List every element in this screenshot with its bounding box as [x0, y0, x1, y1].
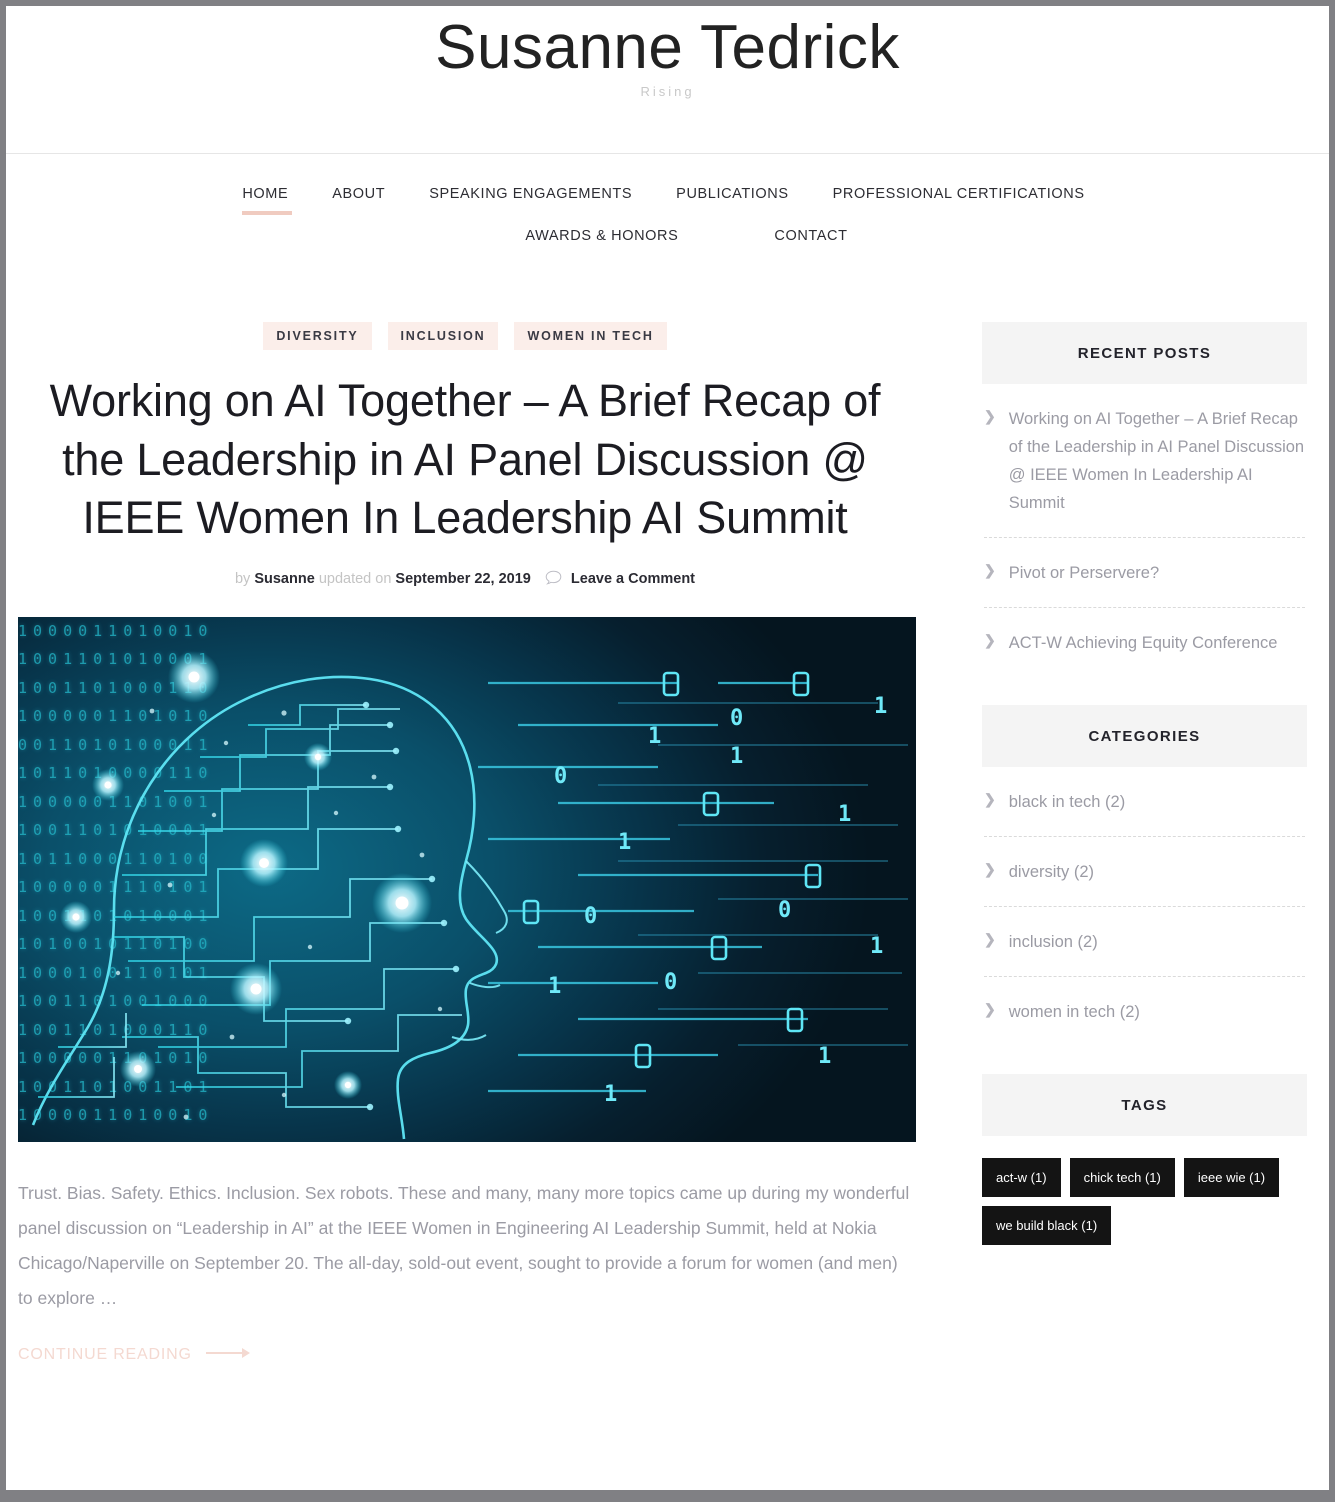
leave-a-comment-link[interactable]: Leave a Comment — [571, 571, 695, 587]
nav-item-professional-certifications[interactable]: PROFESSIONAL CERTIFICATIONS — [811, 180, 1107, 208]
nav-item-label: CONTACT — [774, 228, 848, 244]
nav-item-label: PUBLICATIONS — [676, 186, 789, 202]
chevron-right-icon: ❯ — [984, 632, 996, 649]
svg-text:1: 1 — [874, 694, 887, 719]
main-column: DIVERSITY INCLUSION WOMEN IN TECH Workin… — [6, 322, 924, 1364]
svg-text:1: 1 — [870, 934, 883, 959]
nav-item-about[interactable]: ABOUT — [310, 180, 407, 208]
category-badge-women-in-tech[interactable]: WOMEN IN TECH — [514, 322, 667, 350]
svg-text:1: 1 — [618, 830, 631, 855]
list-item[interactable]: ❯ Pivot or Perservere? — [984, 538, 1305, 609]
svg-text:1: 1 — [730, 744, 743, 769]
tag-cloud: act-w (1) chick tech (1) ieee wie (1) we… — [982, 1136, 1307, 1246]
speech-bubble-icon — [545, 570, 562, 589]
byline-author[interactable]: Susanne — [254, 571, 314, 587]
svg-text:0: 0 — [584, 904, 597, 929]
svg-text:0: 0 — [554, 764, 567, 789]
tag-link-ieee-wie[interactable]: ieee wie (1) — [1183, 1158, 1280, 1198]
post-byline: by Susanne updated on September 22, 2019… — [18, 570, 912, 589]
list-item[interactable]: ❯ ACT-W Achieving Equity Conference — [984, 608, 1305, 677]
category-link: inclusion (2) — [1008, 933, 1098, 952]
svg-text:1: 1 — [548, 974, 561, 999]
svg-text:1: 1 — [648, 724, 661, 749]
recent-posts-list: ❯ Working on AI Together – A Brief Recap… — [984, 384, 1305, 677]
post-excerpt: Trust. Bias. Safety. Ethics. Inclusion. … — [18, 1182, 910, 1308]
category-link: women in tech (2) — [1008, 1003, 1140, 1022]
tag-link-chick-tech[interactable]: chick tech (1) — [1069, 1158, 1175, 1198]
svg-text:1: 1 — [818, 1044, 831, 1069]
arrow-right-icon — [205, 1346, 250, 1364]
widget-recent-posts: RECENT POSTS ❯ Working on AI Together – … — [982, 322, 1307, 677]
categories-list: ❯ black in tech (2) ❯ diversity (2) ❯ in… — [984, 767, 1305, 1046]
widget-title-tags: TAGS — [982, 1074, 1307, 1137]
chevron-right-icon: ❯ — [984, 1001, 996, 1018]
chevron-right-icon: ❯ — [984, 931, 996, 948]
site-tagline: Rising — [640, 84, 695, 100]
post-title[interactable]: Working on AI Together – A Brief Recap o… — [18, 372, 912, 548]
widget-body-recent-posts: ❯ Working on AI Together – A Brief Recap… — [982, 384, 1307, 677]
content-area: DIVERSITY INCLUSION WOMEN IN TECH Workin… — [6, 262, 1329, 1364]
page-frame: Susanne Tedrick Rising HOME ABOUT SPEAKI… — [6, 6, 1329, 1490]
nav-item-label: AWARDS & HONORS — [525, 228, 679, 244]
recent-post-link: Working on AI Together – A Brief Recap o… — [1008, 410, 1305, 513]
site-header: Susanne Tedrick Rising — [6, 6, 1329, 154]
category-link: diversity (2) — [1008, 863, 1094, 882]
chevron-right-icon: ❯ — [984, 408, 996, 424]
post-category-badges: DIVERSITY INCLUSION WOMEN IN TECH — [18, 322, 912, 350]
nav-item-label: HOME — [242, 186, 289, 202]
nav-item-home[interactable]: HOME — [228, 180, 310, 215]
chevron-right-icon: ❯ — [984, 562, 996, 579]
continue-reading-link[interactable]: CONTINUE READING — [18, 1346, 250, 1364]
nav-item-awards-and-honors[interactable]: AWARDS & HONORS — [503, 222, 700, 250]
nav-row-primary: HOME ABOUT SPEAKING ENGAGEMENTS PUBLICAT… — [6, 180, 1329, 215]
list-item[interactable]: ❯ inclusion (2) — [984, 907, 1305, 978]
nav-item-label: PROFESSIONAL CERTIFICATIONS — [832, 186, 1085, 202]
chevron-right-icon: ❯ — [984, 791, 996, 808]
chevron-right-icon: ❯ — [984, 861, 996, 878]
binary-stream-trails: 1 0 1 1 1 0 0 1 1 0 1 1 0 1 — [478, 671, 908, 1107]
widget-title-categories: CATEGORIES — [982, 705, 1307, 768]
nav-item-label: ABOUT — [332, 186, 386, 202]
list-item[interactable]: ❯ black in tech (2) — [984, 767, 1305, 838]
nav-row-secondary: AWARDS & HONORS CONTACT — [6, 222, 1329, 250]
byline-updated-label: updated on — [318, 570, 392, 587]
svg-text:0: 0 — [664, 970, 677, 995]
site-title[interactable]: Susanne Tedrick — [435, 13, 900, 82]
widget-tags: TAGS act-w (1) chick tech (1) ieee wie (… — [982, 1074, 1307, 1246]
main-navigation: HOME ABOUT SPEAKING ENGAGEMENTS PUBLICAT… — [6, 154, 1329, 262]
nav-item-contact[interactable]: CONTACT — [752, 222, 869, 250]
sidebar: RECENT POSTS ❯ Working on AI Together – … — [924, 322, 1317, 1364]
svg-text:1: 1 — [604, 1082, 617, 1107]
category-badge-diversity[interactable]: DIVERSITY — [263, 322, 372, 350]
category-badge-inclusion[interactable]: INCLUSION — [387, 322, 499, 350]
recent-post-link: Pivot or Perservere? — [1008, 564, 1160, 583]
svg-text:0: 0 — [778, 898, 791, 923]
list-item[interactable]: ❯ women in tech (2) — [984, 977, 1305, 1046]
nav-item-label: SPEAKING ENGAGEMENTS — [429, 186, 633, 202]
tag-link-we-build-black[interactable]: we build black (1) — [982, 1206, 1112, 1246]
nav-item-publications[interactable]: PUBLICATIONS — [654, 180, 810, 208]
category-link: black in tech (2) — [1008, 793, 1126, 812]
widget-body-categories: ❯ black in tech (2) ❯ diversity (2) ❯ in… — [982, 767, 1307, 1046]
recent-post-link: ACT-W Achieving Equity Conference — [1008, 634, 1278, 653]
widget-categories: CATEGORIES ❯ black in tech (2) ❯ diversi… — [982, 705, 1307, 1046]
tag-link-act-w[interactable]: act-w (1) — [982, 1158, 1061, 1198]
list-item[interactable]: ❯ diversity (2) — [984, 837, 1305, 908]
byline-by-label: by — [234, 570, 251, 587]
continue-reading-label: CONTINUE READING — [18, 1345, 192, 1363]
svg-text:0: 0 — [730, 706, 743, 731]
featured-image[interactable]: 1000011010010 1001101010001 100110100011… — [18, 616, 916, 1142]
active-nav-underline — [242, 211, 293, 215]
svg-text:1: 1 — [838, 802, 851, 827]
list-item[interactable]: ❯ Working on AI Together – A Brief Recap… — [984, 384, 1305, 539]
byline-date: September 22, 2019 — [395, 570, 531, 587]
nav-item-speaking-engagements[interactable]: SPEAKING ENGAGEMENTS — [407, 180, 654, 208]
widget-title-recent-posts: RECENT POSTS — [982, 322, 1307, 384]
